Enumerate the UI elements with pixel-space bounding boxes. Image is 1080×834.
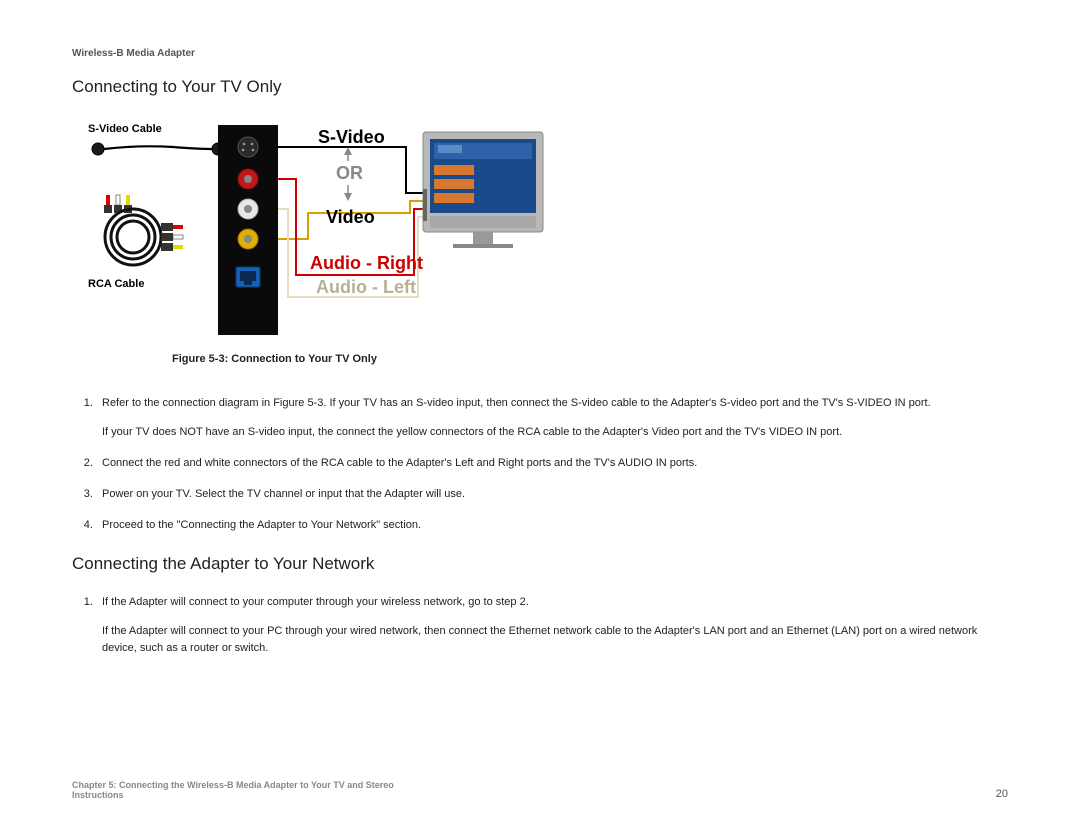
list-text: If the Adapter will connect to your comp… <box>102 596 529 608</box>
instruction-list-1: Refer to the connection diagram in Figur… <box>72 395 1008 534</box>
list-item: Connect the red and white connectors of … <box>96 455 1008 472</box>
footer-chapter: Chapter 5: Connecting the Wireless-B Med… <box>72 780 394 790</box>
list-item: Proceed to the "Connecting the Adapter t… <box>96 517 1008 534</box>
label-rca-cable: RCA Cable <box>88 278 144 290</box>
label-audio-right: Audio - Right <box>310 253 423 273</box>
list-text: Connect the red and white connectors of … <box>102 457 697 469</box>
list-text: Proceed to the "Connecting the Adapter t… <box>102 519 421 531</box>
label-svideo: S-Video <box>318 127 385 147</box>
page-footer: Chapter 5: Connecting the Wireless-B Med… <box>72 780 1008 800</box>
list-text: If the Adapter will connect to your PC t… <box>102 623 1008 657</box>
section-title-connecting-network: Connecting the Adapter to Your Network <box>72 554 1008 574</box>
figure-5-3: S-Video Cable <box>78 117 1008 347</box>
label-or: OR <box>336 163 363 183</box>
section-title-connecting-tv: Connecting to Your TV Only <box>72 77 1008 97</box>
list-text: Refer to the connection diagram in Figur… <box>102 397 931 409</box>
rca-cable-icon <box>104 195 183 265</box>
svideo-cable-icon <box>92 143 224 155</box>
list-text: Power on your TV. Select the TV channel … <box>102 488 465 500</box>
figure-caption: Figure 5-3: Connection to Your TV Only <box>172 353 1008 365</box>
instruction-list-2: If the Adapter will connect to your comp… <box>72 594 1008 657</box>
page-number: 20 <box>996 788 1008 800</box>
list-text: If your TV does NOT have an S-video inpu… <box>102 424 1008 441</box>
label-svideo-cable: S-Video Cable <box>88 123 162 135</box>
list-item: If the Adapter will connect to your comp… <box>96 594 1008 657</box>
label-video: Video <box>326 207 375 227</box>
list-item: Power on your TV. Select the TV channel … <box>96 486 1008 503</box>
label-audio-left: Audio - Left <box>316 277 416 297</box>
tv-icon <box>423 132 543 248</box>
connection-diagram: S-Video Cable <box>78 117 548 347</box>
footer-sub: Instructions <box>72 790 394 800</box>
list-item: Refer to the connection diagram in Figur… <box>96 395 1008 441</box>
adapter-body-icon <box>218 125 278 335</box>
document-header: Wireless-B Media Adapter <box>72 48 1008 59</box>
